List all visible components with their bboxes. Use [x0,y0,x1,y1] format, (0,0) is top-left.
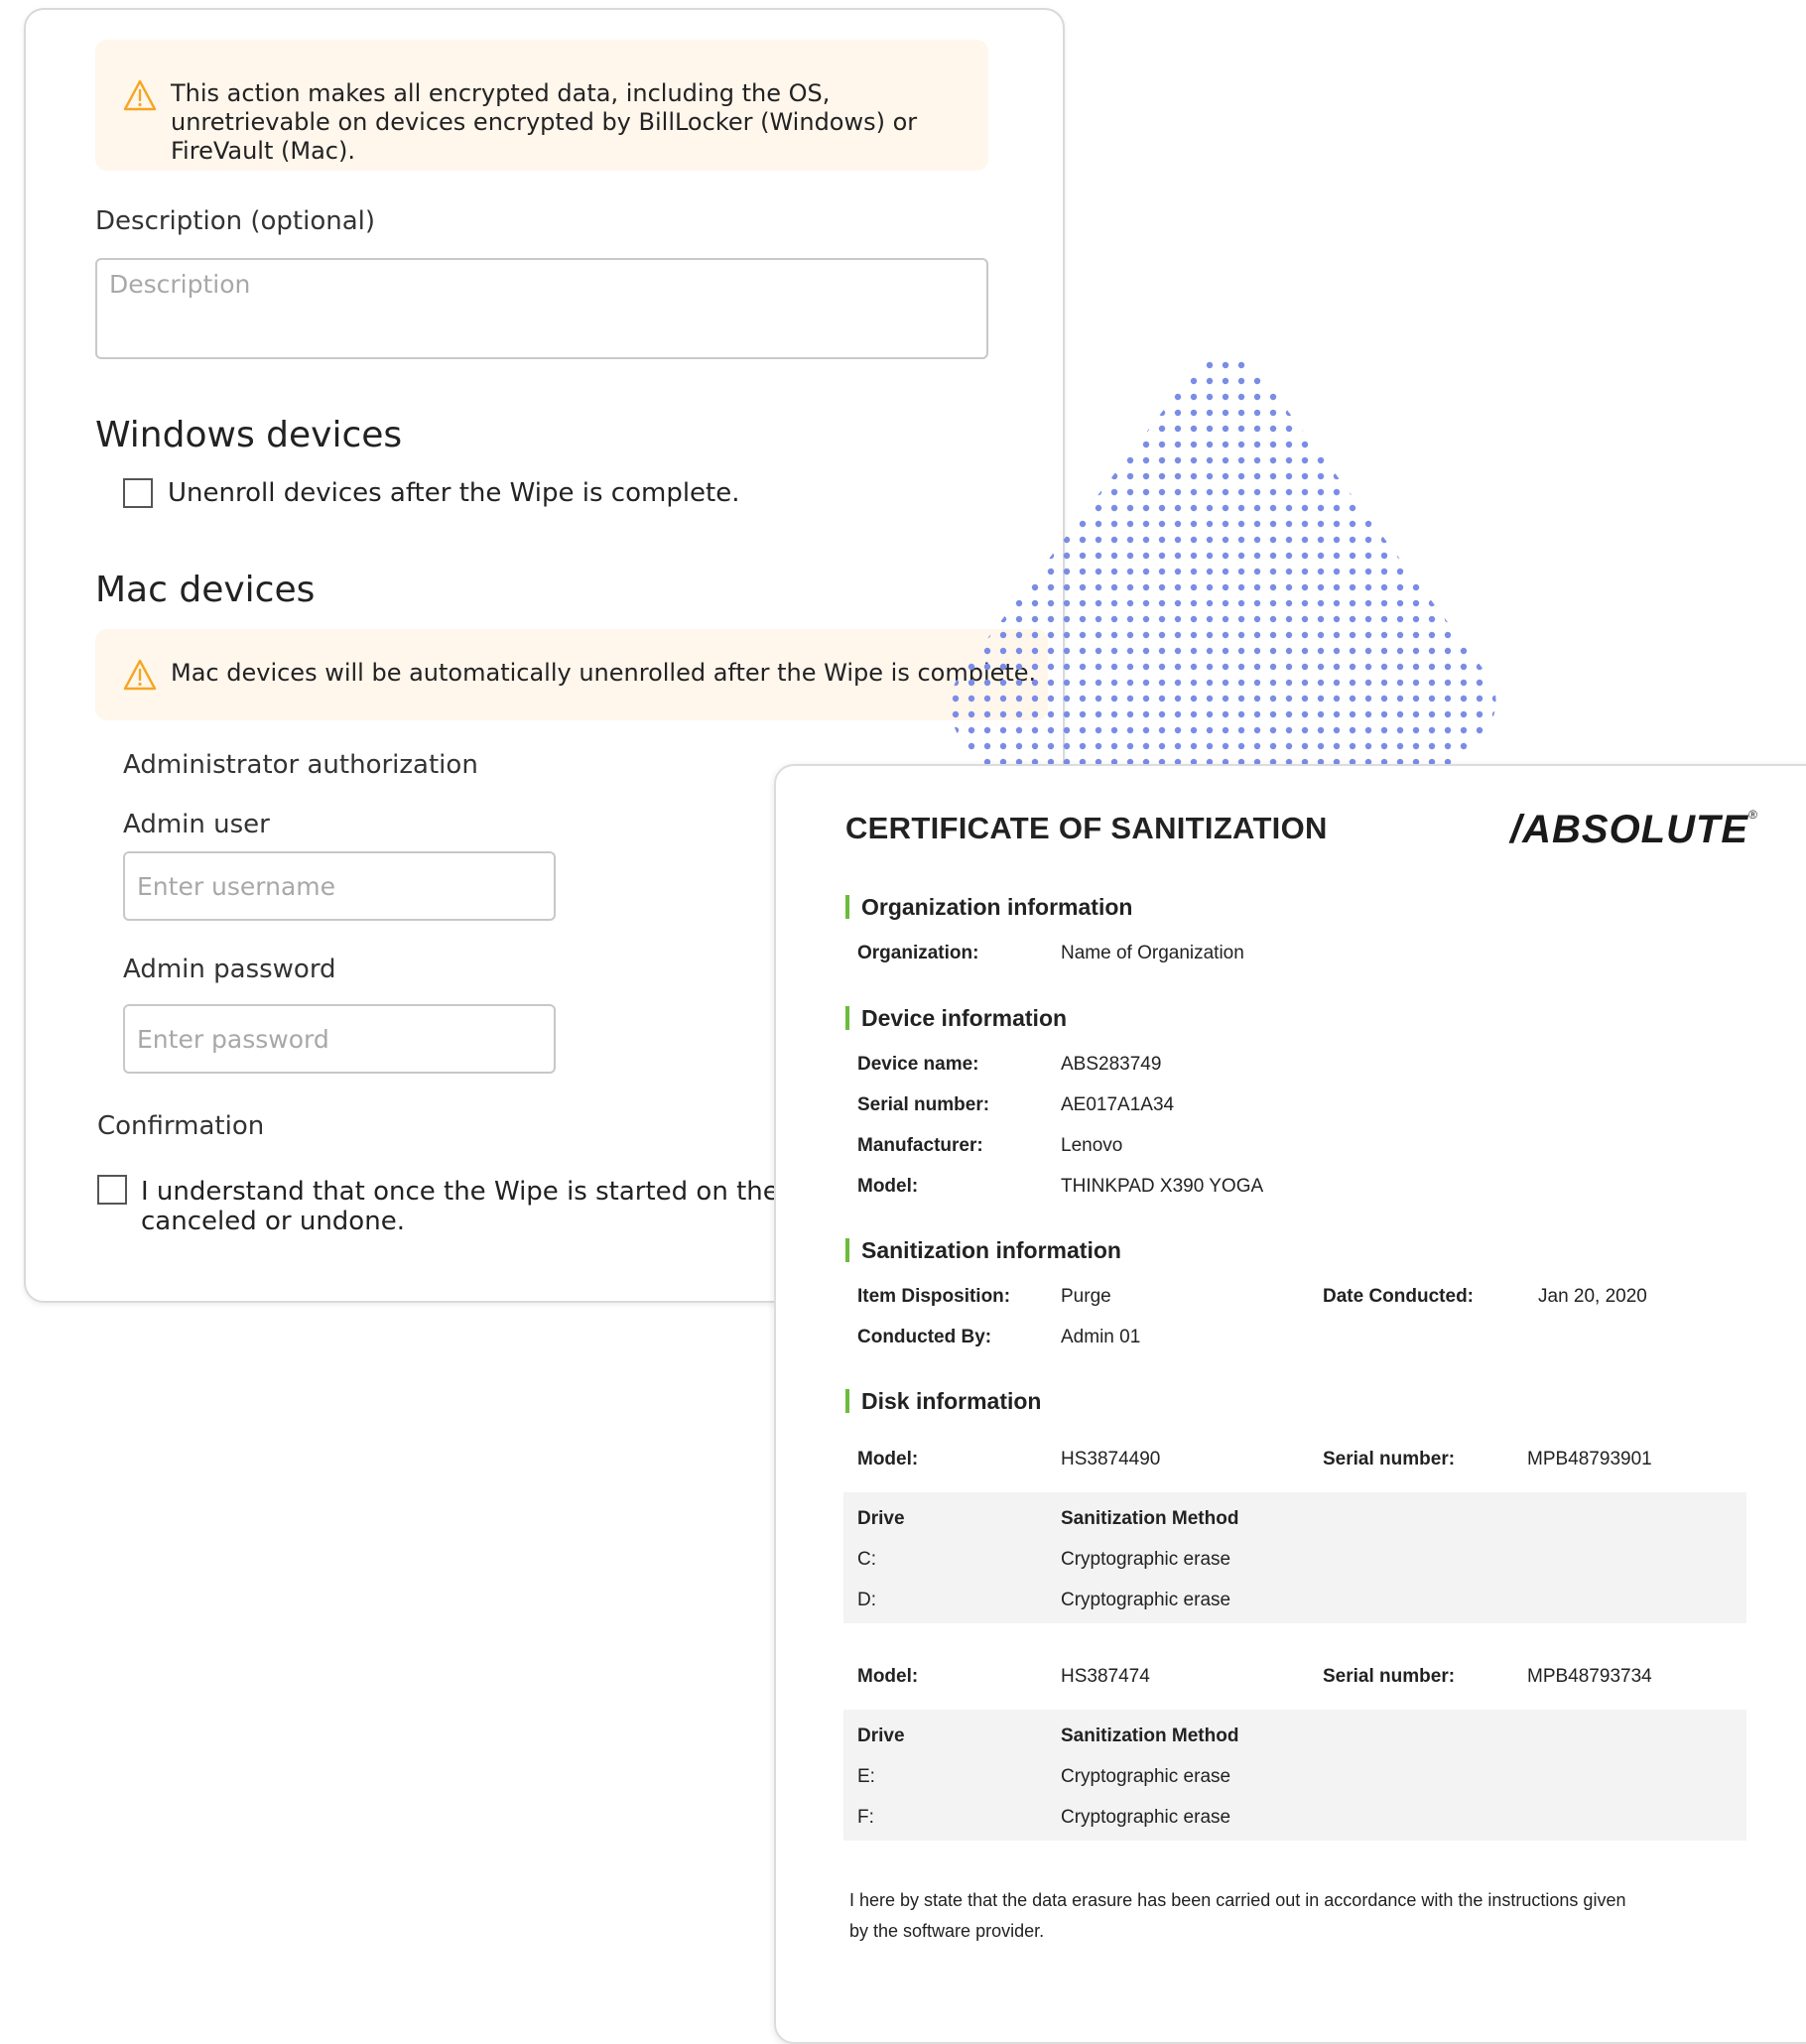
unenroll-checkbox-label: Unenroll devices after the Wipe is compl… [168,478,740,508]
manufacturer-label: Manufacturer: [857,1135,983,1156]
device-section-title: Device information [845,1006,1067,1030]
windows-devices-title: Windows devices [95,415,403,455]
confirmation-title: Confirmation [97,1111,265,1141]
warning-icon [123,659,157,691]
erasure-statement: I here by state that the data erasure ha… [849,1885,1762,1947]
registered-mark: ® [1748,808,1757,822]
drive-method: Cryptographic erase [1061,1766,1231,1787]
disk-model-value: HS387474 [1061,1666,1150,1687]
date-conducted-label: Date Conducted: [1323,1286,1474,1307]
drive-method: Cryptographic erase [1061,1807,1231,1828]
serial-number-value: AE017A1A34 [1061,1094,1175,1115]
admin-password-input[interactable] [123,1004,556,1074]
mac-devices-title: Mac devices [95,570,316,610]
admin-user-label: Admin user [123,810,270,839]
drive-letter: F: [857,1807,874,1828]
admin-user-input[interactable] [123,851,556,921]
sanitization-method-header: Sanitization Method [1061,1508,1239,1529]
item-disposition-label: Item Disposition: [857,1286,1011,1307]
drive-method: Cryptographic erase [1061,1590,1231,1610]
drive-letter: E: [857,1766,875,1787]
serial-number-label: Serial number: [857,1094,990,1115]
drive-letter: D: [857,1590,876,1610]
conducted-by-label: Conducted By: [857,1327,992,1347]
item-disposition-value: Purge [1061,1286,1111,1307]
mac-warning: Mac devices will be automatically unenro… [95,629,1048,720]
manufacturer-value: Lenovo [1061,1135,1123,1156]
certificate-card: CERTIFICATE OF SANITIZATION /ABSOLUTE® O… [774,764,1806,2044]
organization-label: Organization: [857,943,979,963]
description-input[interactable] [95,258,988,359]
confirmation-checkbox[interactable] [97,1175,127,1205]
disk-serial-value: MPB48793734 [1527,1666,1652,1687]
unenroll-checkbox[interactable] [123,478,153,508]
absolute-logo: /ABSOLUTE® [1510,808,1757,852]
encryption-warning: This action makes all encrypted data, in… [95,40,988,171]
description-label: Description (optional) [95,206,376,236]
organization-value: Name of Organization [1061,943,1244,963]
drive-method: Cryptographic erase [1061,1549,1231,1570]
encryption-warning-text: This action makes all encrypted data, in… [171,79,918,165]
disk-section-title: Disk information [845,1389,1041,1413]
disk-serial-label: Serial number: [1323,1449,1456,1469]
disk-model-value: HS3874490 [1061,1449,1161,1469]
model-value: THINKPAD X390 YOGA [1061,1176,1264,1197]
sanitization-method-header: Sanitization Method [1061,1725,1239,1746]
drive-header: Drive [857,1508,905,1529]
sanitization-section-title: Sanitization information [845,1238,1121,1262]
admin-auth-title: Administrator authorization [123,750,478,780]
erasure-statement-line2: by the software provider. [849,1921,1045,1941]
date-conducted-value: Jan 20, 2020 [1538,1286,1647,1307]
drive-letter: C: [857,1549,876,1570]
admin-password-label: Admin password [123,955,336,984]
certificate-title: CERTIFICATE OF SANITIZATION [845,811,1328,845]
mac-warning-text: Mac devices will be automatically unenro… [171,659,1037,687]
dotted-brand-graphic [950,357,1496,764]
drive-table: Drive Sanitization Method E: Cryptograph… [843,1710,1746,1841]
confirmation-text-line1: I understand that once the Wipe is start… [141,1177,872,1207]
device-name-value: ABS283749 [1061,1054,1162,1075]
warning-icon [123,79,157,111]
conducted-by-value: Admin 01 [1061,1327,1141,1347]
disk-serial-value: MPB48793901 [1527,1449,1652,1469]
erasure-statement-line1: I here by state that the data erasure ha… [849,1890,1626,1910]
confirmation-text-line2: canceled or undone. [141,1207,405,1236]
disk-serial-label: Serial number: [1323,1666,1456,1687]
model-label: Model: [857,1176,919,1197]
absolute-logo-text: /ABSOLUTE [1510,808,1749,851]
organization-section-title: Organization information [845,895,1132,919]
drive-table: Drive Sanitization Method C: Cryptograph… [843,1492,1746,1623]
disk-model-label: Model: [857,1449,919,1469]
device-name-label: Device name: [857,1054,979,1075]
drive-header: Drive [857,1725,905,1746]
disk-model-label: Model: [857,1666,919,1687]
